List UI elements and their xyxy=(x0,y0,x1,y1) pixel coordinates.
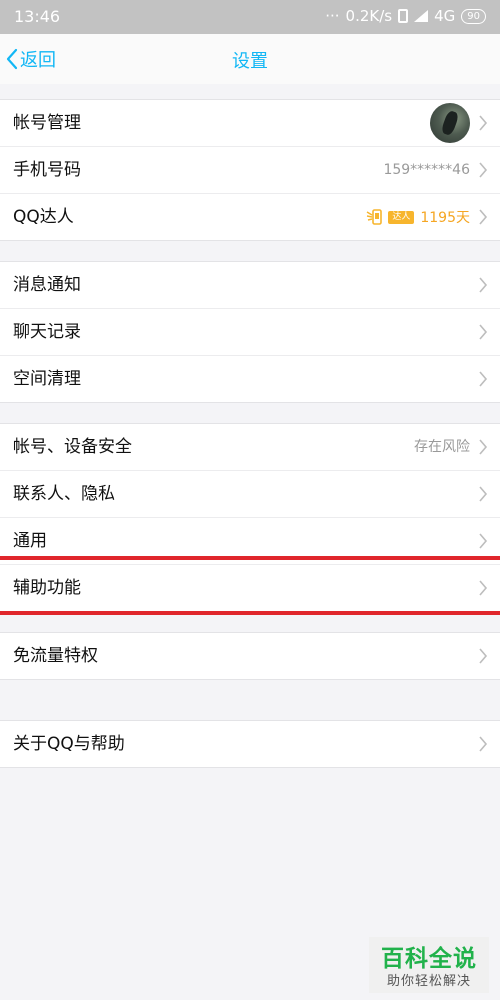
chevron-right-icon xyxy=(479,486,488,502)
security-status-value: 存在风险 xyxy=(414,439,470,455)
watermark-logo: 百科全说 助你轻松解决 xyxy=(369,937,489,993)
row-label: QQ达人 xyxy=(13,207,74,227)
phone-number-value: 159******46 xyxy=(383,162,470,178)
row-label: 手机号码 xyxy=(13,160,81,180)
wifi-signal-icon xyxy=(414,10,429,22)
more-dots: ··· xyxy=(325,7,340,25)
chevron-right-icon xyxy=(479,324,488,340)
chevron-right-icon xyxy=(479,209,488,225)
chevron-right-icon xyxy=(479,736,488,752)
settings-group-about: 关于QQ与帮助 xyxy=(0,720,500,768)
row-about-help[interactable]: 关于QQ与帮助 xyxy=(0,721,500,767)
chevron-right-icon xyxy=(479,162,488,178)
qq-master-badge: 达人 xyxy=(366,208,415,226)
settings-group-account: 帐号管理 手机号码 159******46 QQ达人 达人 1195天 xyxy=(0,99,500,241)
status-indicators: ··· 0.2K/s 4G 90 xyxy=(325,7,486,25)
watermark-subtitle: 助你轻松解决 xyxy=(386,974,471,989)
chevron-right-icon xyxy=(479,580,488,596)
row-label: 免流量特权 xyxy=(13,646,98,666)
qq-master-status: 达人 1195天 xyxy=(366,194,470,240)
chevron-right-icon xyxy=(479,439,488,455)
qq-master-days: 1195天 xyxy=(420,210,470,226)
row-account-device-security[interactable]: 帐号、设备安全 存在风险 xyxy=(0,424,500,471)
settings-group-data-plan: 免流量特权 xyxy=(0,632,500,680)
highlight-line-top xyxy=(0,556,500,560)
row-label: 消息通知 xyxy=(13,275,81,295)
chevron-right-icon xyxy=(479,648,488,664)
row-label: 聊天记录 xyxy=(13,322,81,342)
status-time: 13:46 xyxy=(14,7,61,26)
chevron-right-icon xyxy=(479,277,488,293)
watermark-title: 百科全说 xyxy=(381,946,477,972)
highlight-line-bottom xyxy=(0,611,500,615)
chevron-right-icon xyxy=(479,115,488,131)
row-label: 空间清理 xyxy=(13,369,81,389)
status-bar: 13:46 ··· 0.2K/s 4G 90 xyxy=(0,0,500,34)
row-phone-number[interactable]: 手机号码 159******46 xyxy=(0,147,500,194)
row-account-management[interactable]: 帐号管理 xyxy=(0,100,500,147)
row-label: 联系人、隐私 xyxy=(13,484,115,504)
network-speed: 0.2K/s xyxy=(345,7,393,25)
row-accessibility[interactable]: 辅助功能 xyxy=(0,565,500,611)
master-badge-label: 达人 xyxy=(388,210,415,224)
row-storage-cleanup[interactable]: 空间清理 xyxy=(0,356,500,402)
network-type: 4G xyxy=(434,7,456,25)
row-qq-master[interactable]: QQ达人 达人 1195天 xyxy=(0,194,500,240)
avatar xyxy=(430,103,470,143)
vibrate-icon xyxy=(398,9,409,23)
row-label: 帐号管理 xyxy=(13,113,81,133)
phone-wings-icon xyxy=(366,209,383,225)
page-title: 设置 xyxy=(232,51,268,72)
chevron-right-icon xyxy=(479,371,488,387)
row-contacts-privacy[interactable]: 联系人、隐私 xyxy=(0,471,500,518)
row-notifications[interactable]: 消息通知 xyxy=(0,262,500,309)
nav-bar: 返回 设置 xyxy=(0,34,500,84)
chevron-right-icon xyxy=(479,533,488,549)
row-label: 帐号、设备安全 xyxy=(13,437,132,457)
row-chat-history[interactable]: 聊天记录 xyxy=(0,309,500,356)
battery-icon: 90 xyxy=(461,8,486,24)
row-label: 关于QQ与帮助 xyxy=(13,734,125,754)
row-label: 辅助功能 xyxy=(13,578,81,598)
row-free-data-privilege[interactable]: 免流量特权 xyxy=(0,633,500,679)
settings-group-messages: 消息通知 聊天记录 空间清理 xyxy=(0,261,500,403)
settings-group-security: 帐号、设备安全 存在风险 联系人、隐私 通用 辅助功能 xyxy=(0,423,500,612)
